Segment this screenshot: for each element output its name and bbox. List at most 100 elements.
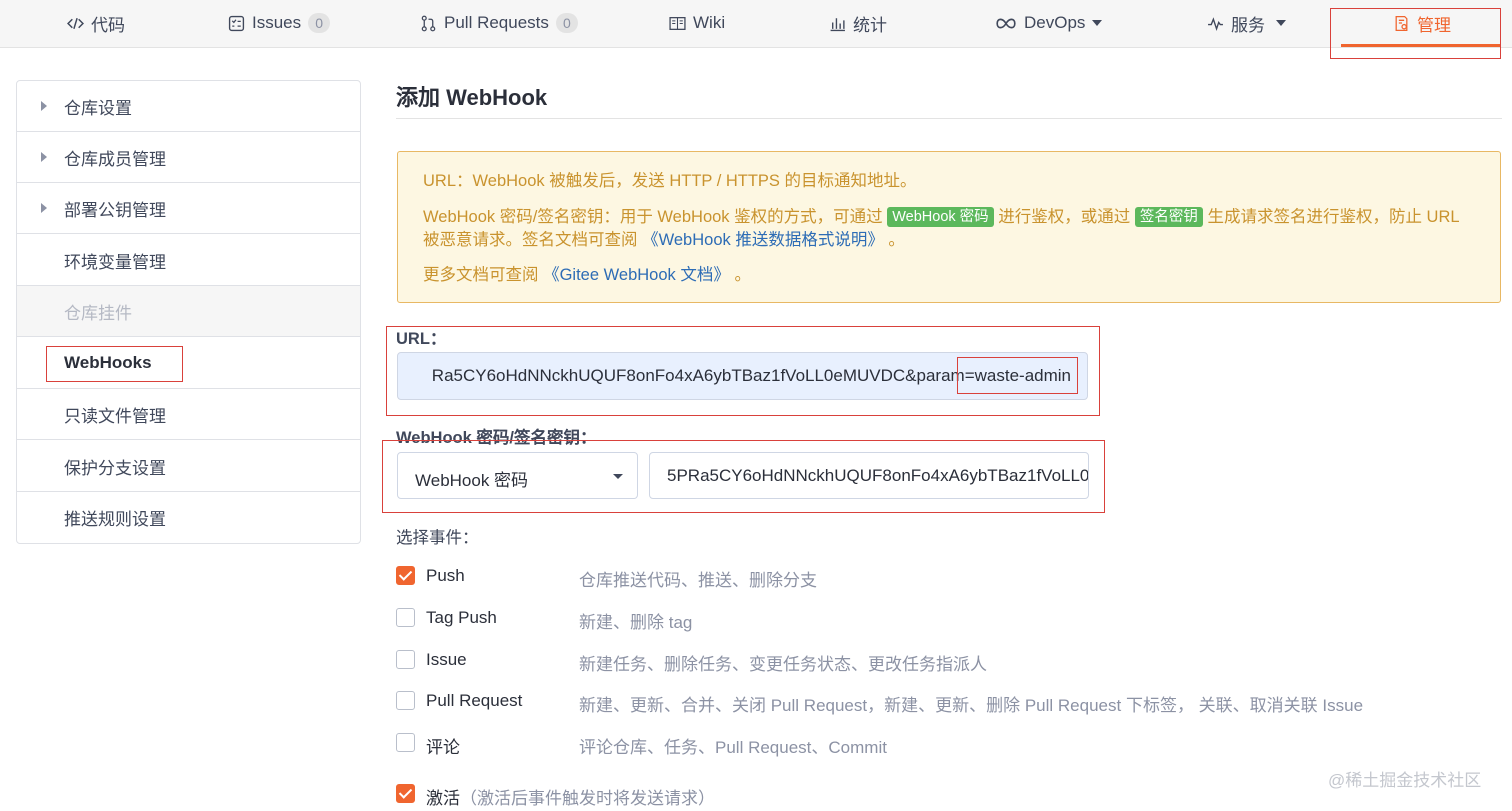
event-row-issue: Issue 新建任务、删除任务、变更任务状态、更改任务指派人 [396, 650, 1496, 674]
tag-signing-key: 签名密钥 [1134, 207, 1203, 227]
notice-text: 。 [729, 266, 751, 284]
nav-tab-code[interactable]: 代码 [67, 0, 125, 46]
chevron-down-icon [1276, 20, 1286, 26]
nav-tab-code-label: 代码 [91, 15, 125, 35]
bar-chart-icon [830, 17, 845, 31]
event-name: Tag Push [426, 608, 497, 627]
sidebar-item-label: 仓库挂件 [64, 303, 132, 323]
pulse-icon [1208, 16, 1223, 31]
pulls-count-badge: 0 [555, 13, 578, 33]
nav-tab-issues-label: Issues [252, 13, 302, 32]
nav-tab-stats-label: 统计 [853, 15, 887, 35]
notice-text: 进行鉴权，或通过 [998, 208, 1131, 226]
secret-type-select[interactable]: WebHook 密码 [397, 452, 638, 499]
url-input-value: Ra5CY6oHdNNckhUQUF8onFo4xA6ybTBaz1fVoLL0… [431, 366, 1071, 385]
nav-tab-stats[interactable]: 统计 [829, 0, 887, 46]
nav-tab-devops[interactable]: DevOps [995, 0, 1103, 46]
event-row-pull-request: Pull Request 新建、更新、合并、关闭 Pull Request，新建… [396, 691, 1496, 715]
info-notice: URL：WebHook 被触发后，发送 HTTP / HTTPS 的目标通知地址… [397, 151, 1501, 303]
url-input[interactable]: Ra5CY6oHdNNckhUQUF8onFo4xA6ybTBaz1fVoLL0… [397, 352, 1088, 400]
event-row-tag-push: Tag Push 新建、删除 tag [396, 608, 1496, 632]
notice-line-url: URL：WebHook 被触发后，发送 HTTP / HTTPS 的目标通知地址… [423, 172, 917, 190]
nav-tab-wiki-label: Wiki [693, 13, 726, 32]
notice-line-docs: 更多文档可查阅 《Gitee WebHook 文档》 。 [423, 264, 1473, 287]
notice-line-secret: WebHook 密码/签名密钥：用于 WebHook 鉴权的方式，可通过 Web… [423, 206, 1473, 252]
activate-note: （激活后事件触发时将发送请求） [460, 789, 715, 808]
repo-nav-bar: 代码 Issues 0 Pull Requests 0 Wiki 统计 DevO… [0, 0, 1512, 48]
event-description: 新建、更新、合并、关闭 Pull Request，新建、更新、删除 Pull R… [579, 696, 1364, 715]
activate-label: 激活（激活后事件触发时将发送请求） [426, 784, 715, 809]
nav-tab-services[interactable]: 服务 [1207, 0, 1286, 46]
caret-right-icon [41, 152, 47, 162]
nav-tab-services-label: 服务 [1231, 15, 1265, 35]
sidebar-item-label: 仓库成员管理 [64, 149, 166, 169]
nav-tab-manage-label: 管理 [1417, 15, 1451, 35]
watermark: @稀土掘金技术社区 [1328, 771, 1482, 790]
secret-input[interactable]: 5PRa5CY6oHdNNckhUQUF8onFo4xA6ybTBaz1fVoL… [649, 452, 1089, 499]
activate-checkbox[interactable] [396, 784, 415, 803]
nav-tab-manage[interactable]: 管理 [1393, 0, 1451, 46]
event-row-comment: 评论 评论仓库、任务、Pull Request、Commit [396, 733, 1496, 757]
sidebar-item-webhooks[interactable]: WebHooks [17, 338, 360, 389]
pull-request-checkbox[interactable] [396, 691, 415, 710]
nav-tab-devops-label: DevOps [1024, 13, 1086, 32]
event-name: Pull Request [426, 691, 523, 710]
secret-type-value: WebHook 密码 [415, 471, 529, 490]
nav-tab-wiki[interactable]: Wiki [669, 0, 725, 46]
notice-text: WebHook 密码/签名密钥：用于 WebHook 鉴权的方式，可通过 [423, 208, 883, 226]
settings-document-icon [1395, 15, 1408, 31]
activate-text: 激活 [426, 789, 460, 808]
issues-count-badge: 0 [308, 13, 331, 33]
sidebar-item-label: 环境变量管理 [64, 252, 166, 272]
link-gitee-webhook-docs[interactable]: 《Gitee WebHook 文档》 [543, 266, 730, 284]
push-checkbox[interactable] [396, 566, 415, 585]
sidebar-item-members[interactable]: 仓库成员管理 [17, 132, 360, 183]
chevron-down-icon [613, 474, 623, 479]
sidebar-item-protected-branches[interactable]: 保护分支设置 [17, 441, 360, 492]
event-description: 新建任务、删除任务、变更任务状态、更改任务指派人 [579, 655, 987, 674]
sidebar-item-widgets: 仓库挂件 [17, 286, 360, 337]
url-label: URL： [396, 330, 447, 348]
infinity-icon [996, 18, 1016, 28]
page-title: 添加 WebHook [396, 85, 548, 110]
sidebar-item-repo-settings[interactable]: 仓库设置 [17, 81, 360, 132]
sidebar-item-label: 部署公钥管理 [64, 200, 166, 220]
event-name: Push [426, 566, 465, 585]
sidebar-item-label: 仓库设置 [64, 98, 132, 118]
secret-label: WebHook 密码/签名密钥： [396, 429, 597, 447]
notice-text: 。 [883, 231, 905, 249]
event-description: 新建、删除 tag [579, 613, 693, 632]
event-description: 评论仓库、任务、Pull Request、Commit [579, 738, 887, 757]
sidebar-item-readonly-files[interactable]: 只读文件管理 [17, 389, 360, 440]
nav-tab-pull-requests[interactable]: Pull Requests 0 [420, 0, 578, 46]
events-label: 选择事件： [396, 529, 479, 547]
link-push-data-format[interactable]: 《WebHook 推送数据格式说明》 [642, 231, 884, 249]
sidebar-item-push-rules[interactable]: 推送规则设置 [17, 492, 360, 543]
comment-checkbox[interactable] [396, 733, 415, 752]
settings-sidebar: 仓库设置 仓库成员管理 部署公钥管理 环境变量管理 仓库挂件 WebHooks … [16, 80, 361, 544]
notice-text: 更多文档可查阅 [423, 266, 539, 284]
event-row-push: Push 仓库推送代码、推送、删除分支 [396, 566, 1496, 590]
pull-request-icon [421, 15, 436, 31]
caret-right-icon [41, 203, 47, 213]
active-tab-underline [1341, 44, 1501, 47]
sidebar-item-label: WebHooks [64, 353, 152, 372]
event-description: 仓库推送代码、推送、删除分支 [579, 571, 817, 590]
sidebar-item-label: 保护分支设置 [64, 458, 166, 478]
book-icon [669, 16, 686, 30]
issue-checkbox[interactable] [396, 650, 415, 669]
sidebar-item-deploy-keys[interactable]: 部署公钥管理 [17, 183, 360, 234]
code-icon [67, 17, 84, 29]
issues-icon [228, 15, 245, 31]
sidebar-item-env-vars[interactable]: 环境变量管理 [17, 235, 360, 286]
sidebar-item-label: 只读文件管理 [64, 406, 166, 426]
chevron-down-icon [1092, 20, 1103, 26]
divider [396, 118, 1502, 119]
tag-push-checkbox[interactable] [396, 608, 415, 627]
caret-right-icon [41, 101, 47, 111]
event-name: Issue [426, 650, 467, 669]
event-name: 评论 [426, 738, 460, 757]
secret-input-value: 5PRa5CY6oHdNNckhUQUF8onFo4xA6ybTBaz1fVoL… [667, 466, 1089, 485]
nav-tab-pull-requests-label: Pull Requests [444, 13, 549, 32]
nav-tab-issues[interactable]: Issues 0 [228, 0, 331, 46]
